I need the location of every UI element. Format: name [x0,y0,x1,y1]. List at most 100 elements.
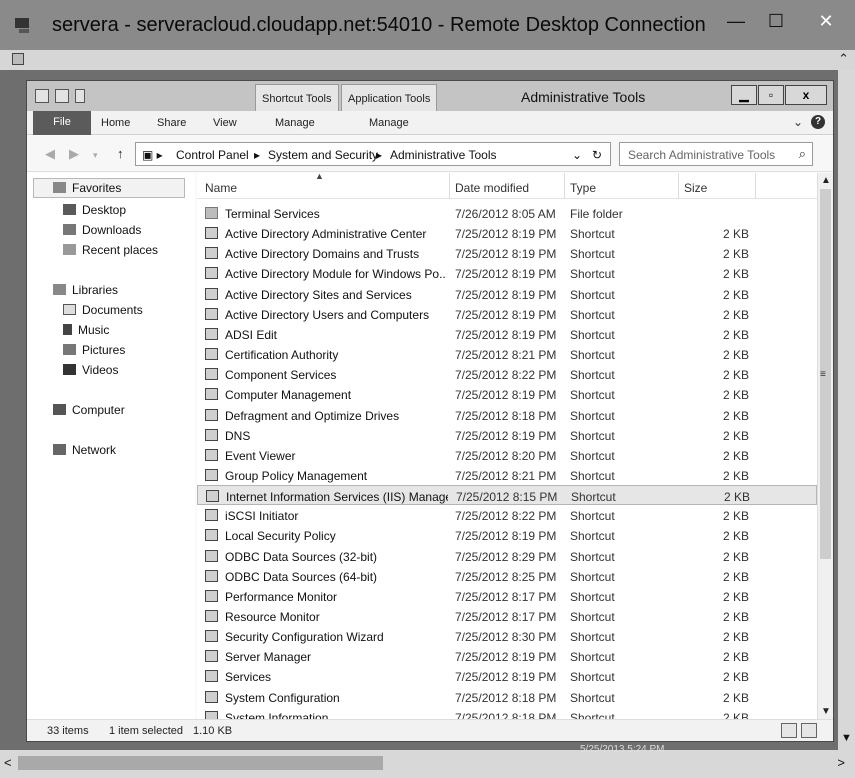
table-row[interactable]: Active Directory Module for Windows Po..… [197,263,817,283]
nav-downloads[interactable]: Downloads [63,223,141,237]
table-row[interactable]: Certification Authority 7/25/2012 8:21 PM… [197,344,817,364]
column-divider[interactable] [564,173,565,199]
nav-music[interactable]: Music [63,323,109,337]
tab-manage-shortcut[interactable]: Manage [275,117,315,129]
table-row[interactable]: Defragment and Optimize Drives 7/25/2012 … [197,405,817,425]
table-row[interactable]: DNS 7/25/2012 8:19 PM Shortcut 2 KB [197,425,817,445]
properties-icon[interactable] [35,89,49,103]
table-row[interactable]: iSCSI Initiator 7/25/2012 8:22 PM Shortcut… [197,505,817,525]
nav-documents[interactable]: Documents [63,303,143,317]
expand-ribbon-icon[interactable]: ⌄ [793,115,803,129]
breadcrumb-control-panel[interactable]: Control Panel [176,148,249,162]
nav-pictures[interactable]: Pictures [63,343,125,357]
tab-application-tools[interactable]: Application Tools [341,84,438,111]
back-icon[interactable]: ◀ [45,146,55,162]
table-row[interactable]: Resource Monitor 7/25/2012 8:17 PM Shortcu… [197,606,817,626]
table-row[interactable]: Server Manager 7/25/2012 8:19 PM Shortcut 2… [197,646,817,666]
file-size: 2 KB [722,327,749,342]
system-menu-icon[interactable] [12,53,24,65]
file-size: 2 KB [723,490,750,505]
tab-manage-application[interactable]: Manage [369,117,409,129]
table-row[interactable]: Services 7/25/2012 8:19 PM Shortcut 2 KB [197,666,817,686]
up-icon[interactable]: ↑ [117,146,124,161]
file-date: 7/25/2012 8:17 PM [455,589,557,604]
column-name[interactable]: Name [205,181,237,195]
breadcrumb-separator[interactable]: ▸ [376,148,382,162]
scroll-left-icon[interactable]: < [4,755,12,770]
table-row[interactable]: Computer Management 7/25/2012 8:19 PM Shor… [197,384,817,404]
table-row[interactable]: ADSI Edit 7/25/2012 8:19 PM Shortcut 2 KB [197,324,817,344]
tab-view[interactable]: View [213,117,237,129]
file-name: ODBC Data Sources (32-bit) [225,549,378,564]
table-row[interactable]: Active Directory Domains and Trusts 7/25/… [197,243,817,263]
scroll-up-icon[interactable]: ▲ [821,175,831,186]
maximize-button[interactable]: ▫ [758,85,784,105]
address-bar[interactable]: ▣ ▸ Control Panel ▸ System and Security … [135,142,611,166]
file-date: 7/25/2012 8:19 PM [455,529,557,544]
table-row[interactable]: Active Directory Administrative Center 7/… [197,223,817,243]
rdp-horizontal-scrollbar[interactable]: < > [0,750,855,778]
nav-network[interactable]: Network [53,443,116,457]
help-icon[interactable]: ? [811,115,825,129]
rdp-minimize-button[interactable]: — [716,6,756,36]
table-row[interactable]: Component Services 7/25/2012 8:22 PM Short… [197,364,817,384]
file-name: Internet Information Services (IIS) Mana… [226,490,448,505]
table-row[interactable]: Group Policy Management 7/25/2012 8:21 PM… [197,465,817,485]
scroll-down-icon[interactable]: ▼ [821,706,831,717]
nav-recent-places[interactable]: Recent places [63,243,158,257]
table-row[interactable]: Active Directory Sites and Services 7/25/… [197,284,817,304]
scroll-up-icon[interactable]: ⌃ [838,51,849,67]
close-button[interactable]: x [785,85,827,105]
table-row[interactable]: Terminal Services 7/26/2012 8:05 AM File f… [197,203,817,223]
rdp-maximize-button[interactable]: ☐ [756,6,796,36]
nav-computer[interactable]: Computer [53,403,125,417]
recent-locations-icon[interactable]: ▾ [93,150,98,161]
tab-file[interactable]: File [33,111,91,135]
table-row[interactable]: Event Viewer 7/25/2012 8:20 PM Shortcut 2 K… [197,445,817,465]
column-divider[interactable] [678,173,679,199]
refresh-icon[interactable]: ↻ [592,148,602,162]
table-row[interactable]: Active Directory Users and Computers 7/25… [197,304,817,324]
file-list-scrollbar[interactable]: ▲ ≡ ▼ [817,173,833,719]
minimize-button[interactable]: ▁ [731,85,757,105]
table-row[interactable]: Local Security Policy 7/25/2012 8:19 PM Sh… [197,525,817,545]
scroll-right-icon[interactable]: > [837,755,845,770]
column-divider[interactable] [755,173,756,199]
new-folder-icon[interactable] [55,89,69,103]
nav-favorites[interactable]: Favorites [53,181,121,195]
breadcrumb-admin-tools[interactable]: Administrative Tools [390,148,497,162]
nav-libraries[interactable]: Libraries [53,283,118,297]
nav-videos[interactable]: Videos [63,363,118,377]
horizontal-scroll-thumb[interactable] [18,756,383,770]
table-row[interactable]: Security Configuration Wizard 7/25/2012 8… [197,626,817,646]
search-box[interactable]: Search Administrative Tools ⌕ [619,142,813,166]
table-row[interactable]: Performance Monitor 7/25/2012 8:17 PM Shor… [197,586,817,606]
scroll-down-icon[interactable]: ▼ [841,732,852,744]
tab-home[interactable]: Home [101,117,130,129]
nav-desktop[interactable]: Desktop [63,203,126,217]
search-icon[interactable]: ⌕ [799,146,806,162]
rdp-close-button[interactable]: ✕ [806,6,846,36]
breadcrumb-system-security[interactable]: System and Security [268,148,378,162]
column-size[interactable]: Size [684,181,707,195]
tab-share[interactable]: Share [157,117,186,129]
pictures-icon [63,344,76,355]
details-view-icon[interactable] [781,723,797,738]
column-date-modified[interactable]: Date modified [455,181,529,195]
table-row[interactable]: ODBC Data Sources (64-bit) 7/25/2012 8:25… [197,566,817,586]
address-dropdown-icon[interactable]: ⌄ [572,148,582,162]
large-icons-view-icon[interactable] [801,723,817,738]
rdp-vertical-scrollbar[interactable]: ▼ [838,70,855,750]
table-row[interactable]: Internet Information Services (IIS) Mana… [197,485,817,506]
column-type[interactable]: Type [570,181,596,195]
tab-shortcut-tools[interactable]: Shortcut Tools [255,84,339,111]
table-row[interactable]: System Configuration 7/25/2012 8:18 PM Sho… [197,687,817,707]
file-type: Shortcut [570,267,615,282]
table-row[interactable]: System Information 7/25/2012 8:18 PM Short… [197,707,817,719]
column-divider[interactable] [449,173,450,199]
forward-icon[interactable]: ▶ [69,146,79,162]
breadcrumb-separator[interactable]: ▸ [254,148,260,162]
table-row[interactable]: ODBC Data Sources (32-bit) 7/25/2012 8:29… [197,546,817,566]
navigation-pane: Favorites Desktop Downloads Recent place… [27,173,195,719]
undo-icon[interactable] [75,89,85,103]
